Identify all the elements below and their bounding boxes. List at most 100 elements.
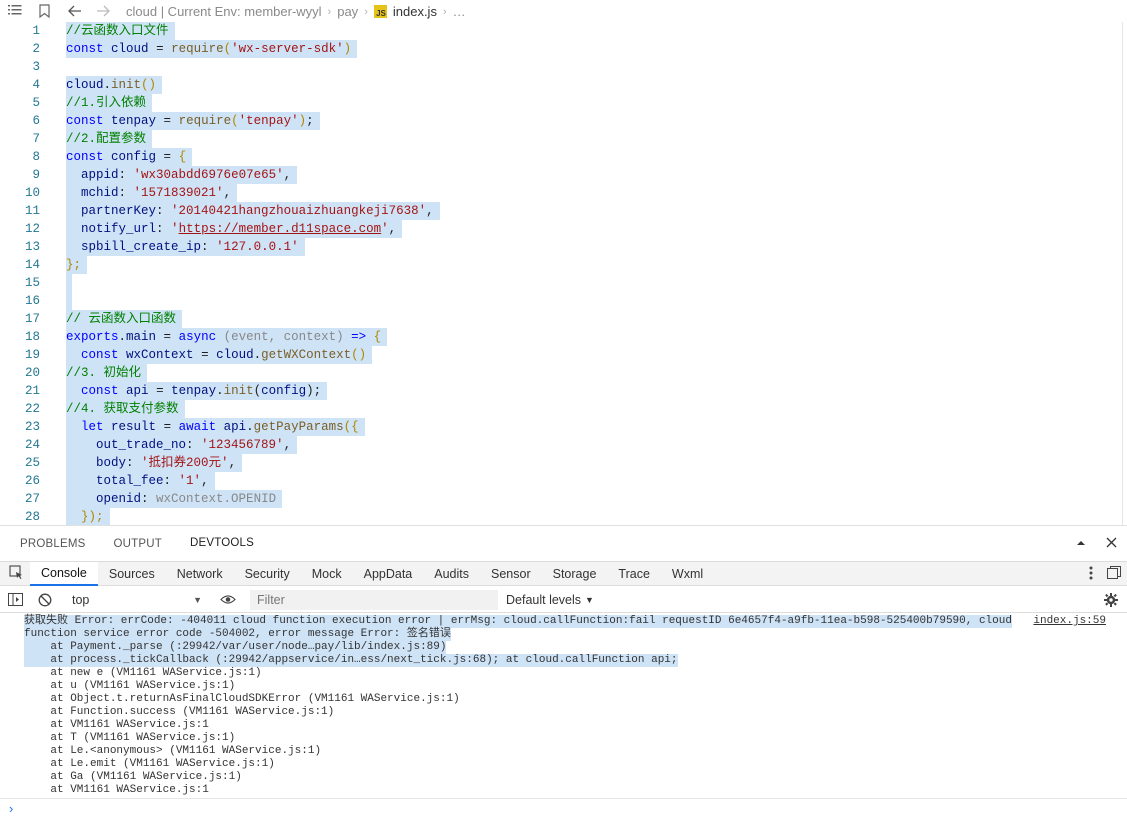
- code-line[interactable]: partnerKey: '20140421hangzhouaizhuangkej…: [66, 202, 440, 220]
- code-string: 'wx30abdd6976e07e65': [133, 168, 284, 182]
- code-string: '127.0.0.1': [216, 240, 299, 254]
- tab-audits[interactable]: Audits: [423, 562, 480, 586]
- tab-output[interactable]: OUTPUT: [114, 526, 162, 562]
- filter-input[interactable]: [250, 590, 498, 610]
- code-line[interactable]: const wxContext = cloud.getWXContext(): [66, 346, 373, 364]
- clear-console-icon[interactable]: [38, 593, 52, 610]
- code-line[interactable]: spbill_create_ip: '127.0.0.1': [66, 238, 305, 256]
- tab-mock[interactable]: Mock: [301, 562, 353, 586]
- code-line[interactable]: appid: 'wx30abdd6976e07e65',: [66, 166, 298, 184]
- code-line[interactable]: //1.引入依赖: [66, 94, 153, 112]
- code-comment: //4. 获取支付参数: [66, 402, 179, 416]
- code-line[interactable]: const tenpay = require('tenpay');: [66, 112, 320, 130]
- code-line[interactable]: out_trade_no: '123456789',: [66, 436, 298, 454]
- back-arrow-icon[interactable]: [68, 5, 82, 17]
- tab-problems[interactable]: PROBLEMS: [20, 526, 86, 562]
- line-number: 11: [24, 204, 40, 218]
- code-line[interactable]: [66, 274, 72, 292]
- code-line[interactable]: mchid: '1571839021',: [66, 184, 238, 202]
- code-string: 'tenpay': [238, 114, 299, 128]
- tab-security[interactable]: Security: [234, 562, 301, 586]
- console-line[interactable]: at VM1161 WAService.js:1: [24, 784, 208, 797]
- code-line[interactable]: notify_url: 'https://member.d11space.com…: [66, 220, 403, 238]
- editor-scrollbar[interactable]: [1122, 22, 1123, 525]
- code-line[interactable]: };: [66, 256, 88, 274]
- console-line[interactable]: at VM1161 WAService.js:1: [24, 719, 208, 732]
- eye-icon[interactable]: [220, 594, 236, 608]
- kebab-menu-icon[interactable]: [1089, 566, 1093, 583]
- code-identifier: result: [111, 420, 157, 434]
- code-line[interactable]: openid: wxContext.OPENID: [66, 490, 283, 508]
- console-line[interactable]: at Le.emit (VM1161 WAService.js:1): [24, 758, 274, 771]
- console-line[interactable]: at process._tickCallback (:29942/appserv…: [24, 654, 678, 667]
- console-prompt[interactable]: ›: [9, 801, 13, 816]
- bookmark-icon[interactable]: [39, 4, 50, 18]
- code-line[interactable]: const config = {: [66, 148, 193, 166]
- breadcrumb-file[interactable]: index.js: [393, 4, 437, 19]
- code-line[interactable]: //云函数入口文件: [66, 22, 175, 40]
- code-keyword: const: [66, 42, 104, 56]
- code-line[interactable]: });: [66, 508, 110, 525]
- code-function: getPayParams: [253, 420, 344, 434]
- code-line[interactable]: // 云函数入口函数: [66, 310, 183, 328]
- breadcrumb-ellipsis[interactable]: …: [453, 4, 466, 19]
- console-line: 获取失败 Error: errCode: -404011 cloud funct…: [24, 615, 1012, 628]
- tab-sources[interactable]: Sources: [98, 562, 166, 586]
- console-line[interactable]: at Function.success (VM1161 WAService.js…: [24, 706, 334, 719]
- code-line[interactable]: const cloud = require('wx-server-sdk'): [66, 40, 358, 58]
- code-line[interactable]: const api = tenpay.init(config);: [66, 382, 328, 400]
- code-line[interactable]: cloud.init(): [66, 76, 163, 94]
- tab-storage[interactable]: Storage: [542, 562, 608, 586]
- line-number: 24: [24, 438, 40, 452]
- inspect-icon[interactable]: [9, 564, 24, 583]
- code-line[interactable]: body: '抵扣券200元',: [66, 454, 243, 472]
- close-icon[interactable]: [1106, 537, 1117, 551]
- code-line[interactable]: //4. 获取支付参数: [66, 400, 185, 418]
- code-line[interactable]: [66, 292, 72, 310]
- console-line[interactable]: at new e (VM1161 WAService.js:1): [24, 667, 261, 680]
- forward-arrow-icon[interactable]: [96, 5, 110, 17]
- console-line[interactable]: at u (VM1161 WAService.js:1): [24, 680, 235, 693]
- console-output[interactable]: index.js:59 获取失败 Error: errCode: -404011…: [0, 613, 1127, 799]
- code-keyword: let: [81, 420, 104, 434]
- code-line[interactable]: let result = await api.getPayParams({: [66, 418, 365, 436]
- tab-appdata[interactable]: AppData: [353, 562, 424, 586]
- tab-devtools[interactable]: DEVTOOLS: [190, 526, 255, 562]
- console-line[interactable]: at T (VM1161 WAService.js:1): [24, 732, 235, 745]
- gear-icon[interactable]: [1104, 593, 1118, 610]
- line-number: 19: [24, 348, 40, 362]
- tab-console[interactable]: Console: [30, 561, 98, 586]
- log-levels-label: Default levels: [506, 593, 582, 607]
- line-number: 20: [24, 366, 40, 380]
- code-editor[interactable]: 1 2 3 4 5 6 7 8 9 10 11 12 13 14 15 16 1…: [0, 22, 1127, 525]
- source-link[interactable]: index.js:59: [1033, 615, 1106, 627]
- code-operator: =: [156, 42, 164, 56]
- code-line[interactable]: //2.配置参数: [66, 130, 153, 148]
- tab-sensor[interactable]: Sensor: [480, 562, 542, 586]
- context-selector[interactable]: top ▼: [66, 590, 206, 610]
- breadcrumb-folder[interactable]: pay: [337, 4, 358, 19]
- console-line[interactable]: at Object.t.returnAsFinalCloudSDKError (…: [24, 693, 459, 706]
- console-line[interactable]: at Payment._parse (:29942/var/user/node……: [24, 641, 447, 654]
- code-line[interactable]: //3. 初始化: [66, 364, 148, 382]
- console-line[interactable]: at Ga (VM1161 WAService.js:1): [24, 771, 241, 784]
- tab-wxml[interactable]: Wxml: [661, 562, 714, 586]
- chevron-up-icon[interactable]: [1076, 538, 1086, 550]
- code-string: '1': [178, 474, 202, 488]
- console-line[interactable]: at Le.<anonymous> (VM1161 WAService.js:1…: [24, 745, 321, 758]
- code-line[interactable]: total_fee: '1',: [66, 472, 215, 490]
- sidebar-toggle-icon[interactable]: [8, 593, 23, 609]
- tab-network[interactable]: Network: [166, 562, 234, 586]
- line-number: 13: [24, 240, 40, 254]
- code-url-link[interactable]: https://member.d11space.com: [179, 222, 382, 236]
- devtools-tab-bar: Console Sources Network Security Mock Ap…: [0, 561, 1127, 586]
- log-levels-dropdown[interactable]: Default levels ▼: [506, 590, 594, 610]
- line-number: 10: [24, 186, 40, 200]
- list-icon[interactable]: [8, 4, 22, 16]
- line-number: 1: [32, 24, 40, 38]
- tab-trace[interactable]: Trace: [607, 562, 661, 586]
- dock-icon[interactable]: [1107, 566, 1121, 582]
- code-property: spbill_create_ip: [81, 240, 202, 254]
- breadcrumb-project[interactable]: cloud | Current Env: member-wyyl: [126, 4, 322, 19]
- code-line[interactable]: exports.main = async (event, context) =>…: [66, 328, 388, 346]
